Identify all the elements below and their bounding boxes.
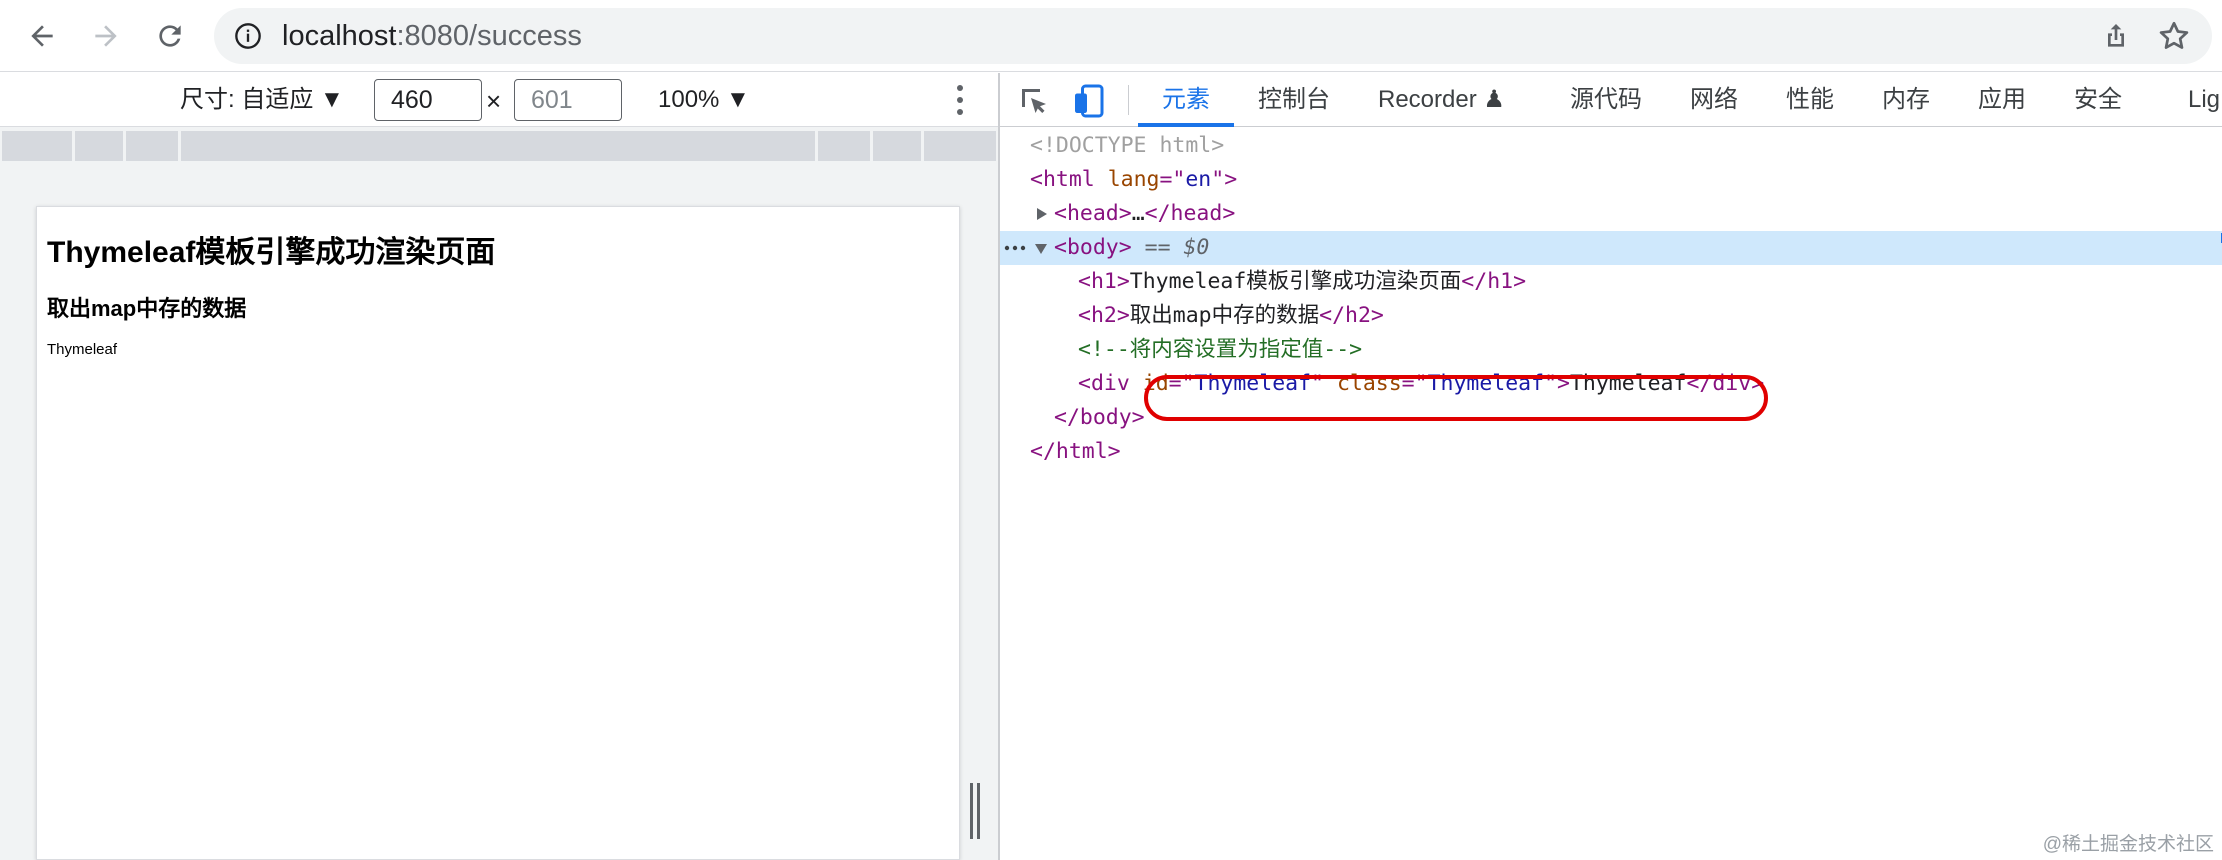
media-segment[interactable] (924, 131, 997, 161)
more-options-icon[interactable] (948, 83, 972, 117)
dom-comment-node[interactable]: <!--将内容设置为指定值--> (1000, 333, 2222, 367)
dom-h1-node[interactable]: <h1>Thymeleaf模板引擎成功渲染页面</h1> (1000, 265, 2222, 299)
tab-console[interactable]: 控制台 (1258, 73, 1330, 127)
dom-body-node[interactable]: <body> == $0 (1000, 231, 2222, 265)
media-segment[interactable] (74, 131, 123, 161)
head-ellipsis[interactable]: … (1132, 201, 1145, 226)
dom-tree: <!DOCTYPE html> <html lang="en"> <head>…… (1000, 129, 2222, 859)
watermark: @稀土掘金技术社区 (2042, 834, 2214, 855)
attr-name: lang (1107, 167, 1160, 192)
tab-security[interactable]: 安全 (2074, 73, 2122, 127)
back-button[interactable] (18, 12, 66, 60)
h2-text: 取出map中存的数据 (1129, 303, 1320, 328)
tab-sources[interactable]: 源代码 (1570, 73, 1642, 127)
arrow-left-icon (31, 25, 53, 47)
tab-lighthouse[interactable]: Lig (2188, 73, 2220, 127)
address-bar[interactable]: localhost:8080/success (214, 8, 2212, 64)
info-icon[interactable] (234, 22, 262, 50)
devtools-panel: 元素 控制台 Recorder ♟ 源代码 网络 性能 内存 应用 安全 Lig… (998, 73, 2222, 860)
dimensions-dropdown[interactable]: 尺寸: 自适应 ▼ (180, 73, 344, 127)
devtools-tabbar: 元素 控制台 Recorder ♟ 源代码 网络 性能 内存 应用 安全 Lig (1000, 73, 2222, 127)
comment-text: <!--将内容设置为指定值--> (1078, 337, 1363, 362)
highlight-annotation (1144, 375, 1768, 421)
device-toggle-icon[interactable] (1072, 83, 1108, 119)
html-tag-name: html (1042, 167, 1095, 192)
width-input[interactable]: 460 (374, 79, 482, 121)
tab-performance[interactable]: 性能 (1786, 73, 1834, 127)
dom-doctype[interactable]: <!DOCTYPE html> (1000, 129, 2222, 163)
collapse-triangle-icon[interactable] (1034, 243, 1048, 255)
head-close-tag: head (1170, 201, 1223, 226)
more-dots-icon[interactable] (1004, 245, 1026, 251)
media-segment[interactable] (818, 131, 871, 161)
device-emulation-pane: 尺寸: 自适应 ▼ 460 × 601 100% ▼ Thymeleaf模板引擎… (0, 73, 998, 860)
arrow-right-icon (95, 25, 117, 47)
head-tag-name: head (1066, 201, 1119, 226)
body-eq: == (1144, 235, 1171, 260)
tab-recorder[interactable]: Recorder ♟ (1378, 73, 1505, 127)
reload-button[interactable] (146, 12, 194, 60)
page-heading-h1: Thymeleaf模板引擎成功渲染页面 (47, 236, 496, 269)
dom-head-node[interactable]: <head>…</head> (1000, 197, 2222, 231)
url-text: localhost:8080/success (282, 8, 582, 64)
dom-html-node[interactable]: <html lang="en"> (1000, 163, 2222, 197)
body-tag-name: body (1066, 235, 1119, 260)
bookmark-star-icon[interactable] (2156, 18, 2192, 54)
body-close-tag: body (1079, 405, 1132, 430)
media-segment[interactable] (2, 131, 72, 161)
tab-application[interactable]: 应用 (1978, 73, 2026, 127)
dom-html-close[interactable]: </html> (1000, 435, 2222, 469)
media-segment[interactable] (873, 131, 922, 161)
resize-handle[interactable] (970, 783, 984, 839)
toolbar-divider (1128, 85, 1129, 115)
tab-network[interactable]: 网络 (1690, 73, 1738, 127)
attr-value: en (1185, 167, 1212, 192)
active-tab-indicator (1138, 123, 1234, 127)
body-dollar-ref: $0 (1183, 235, 1210, 260)
tab-memory[interactable]: 内存 (1882, 73, 1930, 127)
device-toolbar: 尺寸: 自适应 ▼ 460 × 601 100% ▼ (0, 73, 998, 127)
h1-text: Thymeleaf模板引擎成功渲染页面 (1129, 269, 1462, 294)
reload-icon (159, 25, 181, 47)
times-sign: × (486, 86, 502, 116)
media-query-bar[interactable] (0, 131, 998, 161)
doctype-text: <!DOCTYPE html> (1030, 133, 1225, 158)
dom-h2-node[interactable]: <h2>取出map中存的数据</h2> (1000, 299, 2222, 333)
media-segment[interactable] (125, 131, 178, 161)
url-path: :8080/success (396, 20, 582, 52)
zoom-dropdown[interactable]: 100% ▼ (658, 73, 750, 127)
inspect-element-icon[interactable] (1016, 83, 1052, 119)
share-icon[interactable] (2100, 20, 2132, 52)
url-host: localhost (282, 20, 397, 52)
height-input[interactable]: 601 (514, 79, 622, 121)
tab-elements[interactable]: 元素 (1162, 73, 1210, 127)
page-viewport: Thymeleaf模板引擎成功渲染页面 取出map中存的数据 Thymeleaf (36, 206, 960, 860)
html-close-tag: html (1055, 439, 1108, 464)
forward-button[interactable] (82, 12, 130, 60)
page-heading-h2: 取出map中存的数据 (47, 296, 247, 321)
expand-triangle-icon[interactable] (1036, 207, 1048, 221)
media-segment[interactable] (180, 131, 816, 161)
browser-toolbar: localhost:8080/success (0, 0, 2222, 72)
page-div-text: Thymeleaf (47, 341, 118, 358)
